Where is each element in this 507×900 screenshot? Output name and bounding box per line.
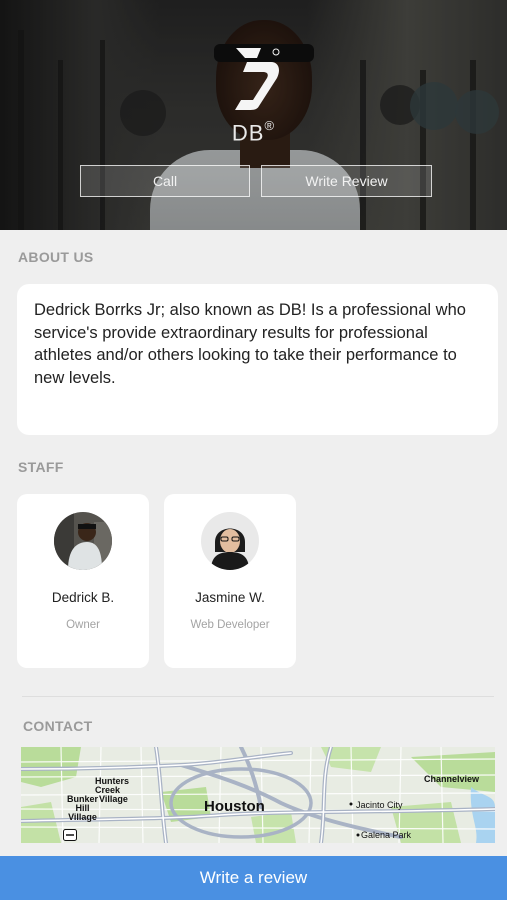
map-label-bunker-hill: Bunker Hill Village — [67, 794, 99, 822]
map-label-village: Village — [99, 794, 128, 804]
about-card: Dedrick Borrks Jr; also known as DB! Is … — [17, 284, 498, 435]
registered-mark: ® — [264, 118, 276, 133]
avatar — [201, 512, 259, 570]
db-logo-icon — [235, 48, 280, 110]
map-label-channelview: Channelview — [424, 774, 480, 784]
map-label-jacinto-city: Jacinto City — [356, 800, 403, 810]
staff-role: Web Developer — [190, 619, 270, 631]
hero-banner: DB® Call Write Review — [0, 0, 507, 230]
staff-card-jasmine[interactable]: Jasmine W. Web Developer — [164, 494, 296, 668]
about-section-title: ABOUT US — [18, 249, 94, 265]
contact-section-title: CONTACT — [23, 718, 93, 734]
staff-card-dedrick[interactable]: Dedrick B. Owner — [17, 494, 149, 668]
write-a-review-button[interactable]: Write a review — [0, 856, 507, 900]
staff-name: Dedrick B. — [51, 590, 115, 605]
about-text: Dedrick Borrks Jr; also known as DB! Is … — [34, 301, 466, 387]
avatar — [54, 512, 112, 570]
brand-wordmark: DB® — [0, 118, 507, 146]
highway-shield-icon — [63, 829, 77, 841]
map-label-houston: Houston — [204, 798, 265, 815]
brand-text: DB — [231, 120, 265, 146]
location-map[interactable]: Hunters Creek Village Bunker Hill Villag… — [21, 747, 495, 843]
call-button[interactable]: Call — [80, 165, 250, 197]
map-label-hunters-creek: Hunters Creek — [95, 776, 130, 795]
staff-photo-jasmine — [201, 512, 259, 570]
staff-photo-dedrick — [54, 512, 112, 570]
staff-role: Owner — [66, 619, 100, 631]
staff-name: Jasmine W. — [195, 590, 265, 605]
staff-section-title: STAFF — [18, 459, 64, 475]
map-label-galena-park: Galena Park — [361, 830, 412, 840]
write-review-button[interactable]: Write Review — [261, 165, 432, 197]
section-divider — [22, 696, 494, 697]
